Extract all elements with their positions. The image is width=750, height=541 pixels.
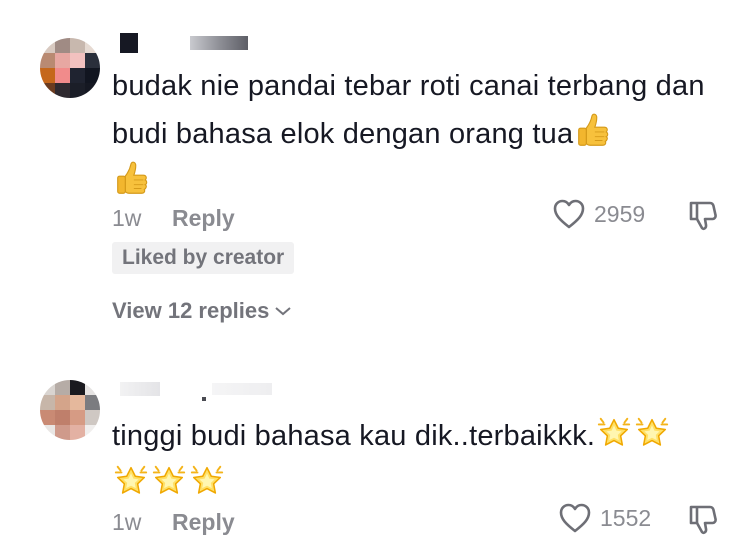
- like-count: 1552: [600, 504, 652, 531]
- view-replies-label: View 12 replies: [112, 298, 270, 323]
- view-replies-button[interactable]: View 12 replies: [112, 298, 293, 324]
- comment-time: 1w: [112, 509, 142, 535]
- glowing-star-icon: [150, 461, 188, 501]
- heart-icon: [553, 199, 585, 229]
- like-count: 2959: [594, 200, 646, 227]
- chevron-down-icon: [275, 307, 292, 316]
- dislike-button[interactable]: [688, 200, 718, 237]
- glowing-star-icon: [188, 461, 226, 501]
- thumbs-up-icon: [112, 159, 150, 199]
- avatar[interactable]: [40, 380, 100, 440]
- reply-button[interactable]: Reply: [172, 205, 235, 232]
- thumbs-down-icon: [689, 505, 717, 535]
- avatar[interactable]: [40, 38, 100, 98]
- liked-by-creator-badge: Liked by creator: [112, 242, 295, 274]
- like-button[interactable]: 2959: [552, 198, 645, 230]
- glowing-star-icon: [633, 413, 671, 453]
- thumbs-down-icon: [689, 201, 717, 231]
- username[interactable]: [120, 380, 272, 401]
- glowing-star-icon: [112, 461, 150, 501]
- thumbs-up-icon: [573, 111, 611, 151]
- comment-text: tinggi budi bahasa kau dik..terbaikkk.: [112, 412, 722, 508]
- reply-button[interactable]: Reply: [172, 509, 235, 536]
- username[interactable]: [120, 33, 248, 53]
- like-button[interactable]: 1552: [558, 502, 651, 534]
- glowing-star-icon: [595, 413, 633, 453]
- dislike-button[interactable]: [688, 504, 718, 541]
- comment-text: budak nie pandai tebar roti canai terban…: [112, 62, 722, 206]
- heart-icon: [559, 503, 591, 533]
- comment-time: 1w: [112, 205, 142, 231]
